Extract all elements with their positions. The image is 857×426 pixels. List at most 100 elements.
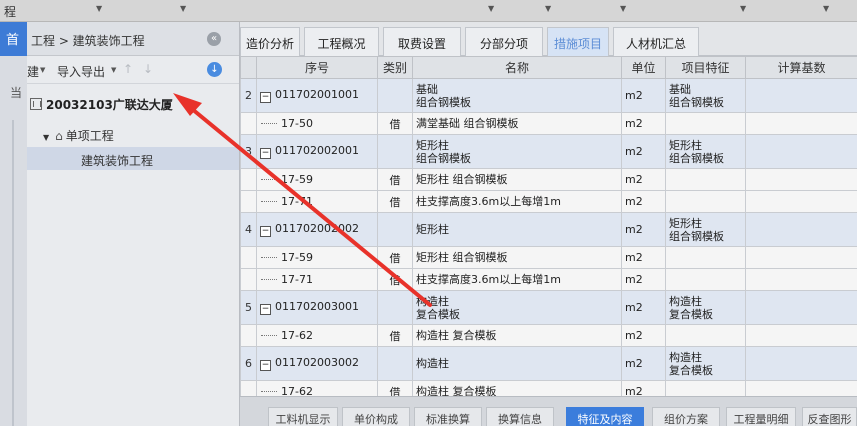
tab-2[interactable]: 取费设置 <box>383 27 461 56</box>
item-calc-base[interactable] <box>745 134 857 169</box>
item-name[interactable]: 满堂基础 组合钢模板 <box>412 112 622 135</box>
tab-5[interactable]: 人材机汇总 <box>613 27 699 56</box>
item-category[interactable]: 借 <box>377 190 413 213</box>
tree-unit-node[interactable]: ▼ ⌂ 单项工程 <box>43 127 114 144</box>
item-category[interactable] <box>377 212 413 247</box>
move-down-icon[interactable]: ↓ <box>143 62 153 76</box>
chevron-down-icon[interactable]: ▼ <box>488 4 494 13</box>
item-calc-base[interactable] <box>745 346 857 381</box>
header-name[interactable]: 名称 <box>412 56 622 79</box>
item-calc-base[interactable] <box>745 112 857 135</box>
item-unit[interactable]: m2 <box>621 246 666 269</box>
item-category[interactable]: 借 <box>377 246 413 269</box>
item-feature[interactable]: 基础 组合钢模板 <box>665 78 746 113</box>
item-calc-base[interactable] <box>745 168 857 191</box>
item-code[interactable]: −011702002002 <box>256 212 378 247</box>
item-name[interactable]: 构造柱 复合模板 <box>412 324 622 347</box>
item-calc-base[interactable] <box>745 212 857 247</box>
quota-code[interactable]: 17-59 <box>256 246 378 269</box>
quota-code[interactable]: 17-59 <box>256 168 378 191</box>
item-name[interactable]: 矩形柱 <box>412 212 622 247</box>
item-feature[interactable]: 构造柱 复合模板 <box>665 346 746 381</box>
bottom-tab-2[interactable]: 标准换算 <box>414 407 482 426</box>
item-name[interactable]: 构造柱 <box>412 346 622 381</box>
chevron-down-icon[interactable]: ▼ <box>43 133 49 142</box>
table-row[interactable]: 5−011702003001 构造柱 复合模板 m2 构造柱 复合模板 <box>240 290 857 325</box>
item-category[interactable] <box>377 78 413 113</box>
item-calc-base[interactable] <box>745 268 857 291</box>
collapse-icon[interactable]: − <box>260 304 271 315</box>
chevron-down-icon[interactable]: ▼ <box>40 66 45 74</box>
bottom-tab-3[interactable]: 换算信息 <box>486 407 554 426</box>
item-name[interactable]: 矩形柱 组合钢模板 <box>412 168 622 191</box>
item-code[interactable]: −011702002001 <box>256 134 378 169</box>
item-unit[interactable]: m2 <box>621 78 666 113</box>
chevron-down-icon[interactable]: ▼ <box>545 4 551 13</box>
quota-code[interactable]: 17-50 <box>256 112 378 135</box>
item-name[interactable]: 矩形柱 组合钢模板 <box>412 246 622 269</box>
tab-4[interactable]: 措施项目 <box>547 27 609 56</box>
item-code[interactable]: −011702001001 <box>256 78 378 113</box>
item-name[interactable]: 矩形柱 组合钢模板 <box>412 134 622 169</box>
quota-code[interactable]: 17-62 <box>256 324 378 347</box>
item-feature[interactable]: 矩形柱 组合钢模板 <box>665 212 746 247</box>
item-feature[interactable]: 构造柱 复合模板 <box>665 290 746 325</box>
tab-0[interactable]: 造价分析 <box>240 27 300 56</box>
chevron-down-icon[interactable]: ▼ <box>823 4 829 13</box>
item-category[interactable]: 借 <box>377 380 413 396</box>
tree-root-node[interactable]: 20032103广联达大厦 <box>30 96 173 113</box>
item-unit[interactable]: m2 <box>621 112 666 135</box>
table-subrow[interactable]: 17-62 借构造柱 复合模板 m2 <box>240 380 857 396</box>
collapse-icon[interactable]: − <box>260 92 271 103</box>
item-category[interactable] <box>377 290 413 325</box>
quota-code[interactable]: 17-62 <box>256 380 378 396</box>
item-unit[interactable]: m2 <box>621 268 666 291</box>
chevron-down-icon[interactable]: ▼ <box>111 66 116 74</box>
item-calc-base[interactable] <box>745 290 857 325</box>
collapse-icon[interactable]: « <box>207 32 221 46</box>
item-category[interactable]: 借 <box>377 324 413 347</box>
item-calc-base[interactable] <box>745 78 857 113</box>
chevron-down-icon[interactable]: ▼ <box>740 4 746 13</box>
header-category[interactable]: 类别 <box>377 56 413 79</box>
table-subrow[interactable]: 17-71 借柱支撑高度3.6m以上每增1m m2 <box>240 190 857 213</box>
chevron-down-icon[interactable]: ▼ <box>180 4 186 13</box>
item-unit[interactable]: m2 <box>621 212 666 247</box>
collapse-icon[interactable]: − <box>260 226 271 237</box>
item-feature[interactable] <box>665 324 746 347</box>
item-feature[interactable] <box>665 246 746 269</box>
collapse-icon[interactable]: − <box>260 148 271 159</box>
item-calc-base[interactable] <box>745 380 857 396</box>
home-tab[interactable]: 首 <box>0 22 27 56</box>
table-subrow[interactable]: 17-50 借满堂基础 组合钢模板 m2 <box>240 112 857 135</box>
import-export-button[interactable]: 导入导出 <box>57 63 105 80</box>
download-icon[interactable]: ↓ <box>207 62 222 77</box>
item-name[interactable]: 构造柱 复合模板 <box>412 380 622 396</box>
table-subrow[interactable]: 17-71 借柱支撑高度3.6m以上每增1m m2 <box>240 268 857 291</box>
table-row[interactable]: 3−011702002001 矩形柱 组合钢模板 m2 矩形柱 组合钢模板 <box>240 134 857 169</box>
quota-code[interactable]: 17-71 <box>256 190 378 213</box>
item-category[interactable]: 借 <box>377 168 413 191</box>
item-feature[interactable] <box>665 268 746 291</box>
item-feature[interactable] <box>665 112 746 135</box>
bottom-tab-4[interactable]: 特征及内容 <box>566 407 644 426</box>
header-unit[interactable]: 单位 <box>621 56 666 79</box>
item-category[interactable]: 借 <box>377 268 413 291</box>
top-menu-label[interactable]: 程 <box>4 3 16 20</box>
item-feature[interactable] <box>665 190 746 213</box>
item-calc-base[interactable] <box>745 190 857 213</box>
item-unit[interactable]: m2 <box>621 290 666 325</box>
item-category[interactable]: 借 <box>377 112 413 135</box>
tree-leaf-node[interactable]: 建筑装饰工程 <box>27 147 239 170</box>
header-number[interactable]: 序号 <box>256 56 378 79</box>
item-calc-base[interactable] <box>745 324 857 347</box>
item-category[interactable] <box>377 134 413 169</box>
item-unit[interactable]: m2 <box>621 190 666 213</box>
header-feature[interactable]: 项目特征 <box>665 56 746 79</box>
item-unit[interactable]: m2 <box>621 380 666 396</box>
current-menu-label[interactable]: 当 <box>10 84 22 101</box>
item-code[interactable]: −011702003002 <box>256 346 378 381</box>
bottom-tab-7[interactable]: 反查图形 <box>802 407 857 426</box>
item-unit[interactable]: m2 <box>621 168 666 191</box>
table-row[interactable]: 2−011702001001 基础 组合钢模板 m2 基础 组合钢模板 <box>240 78 857 113</box>
